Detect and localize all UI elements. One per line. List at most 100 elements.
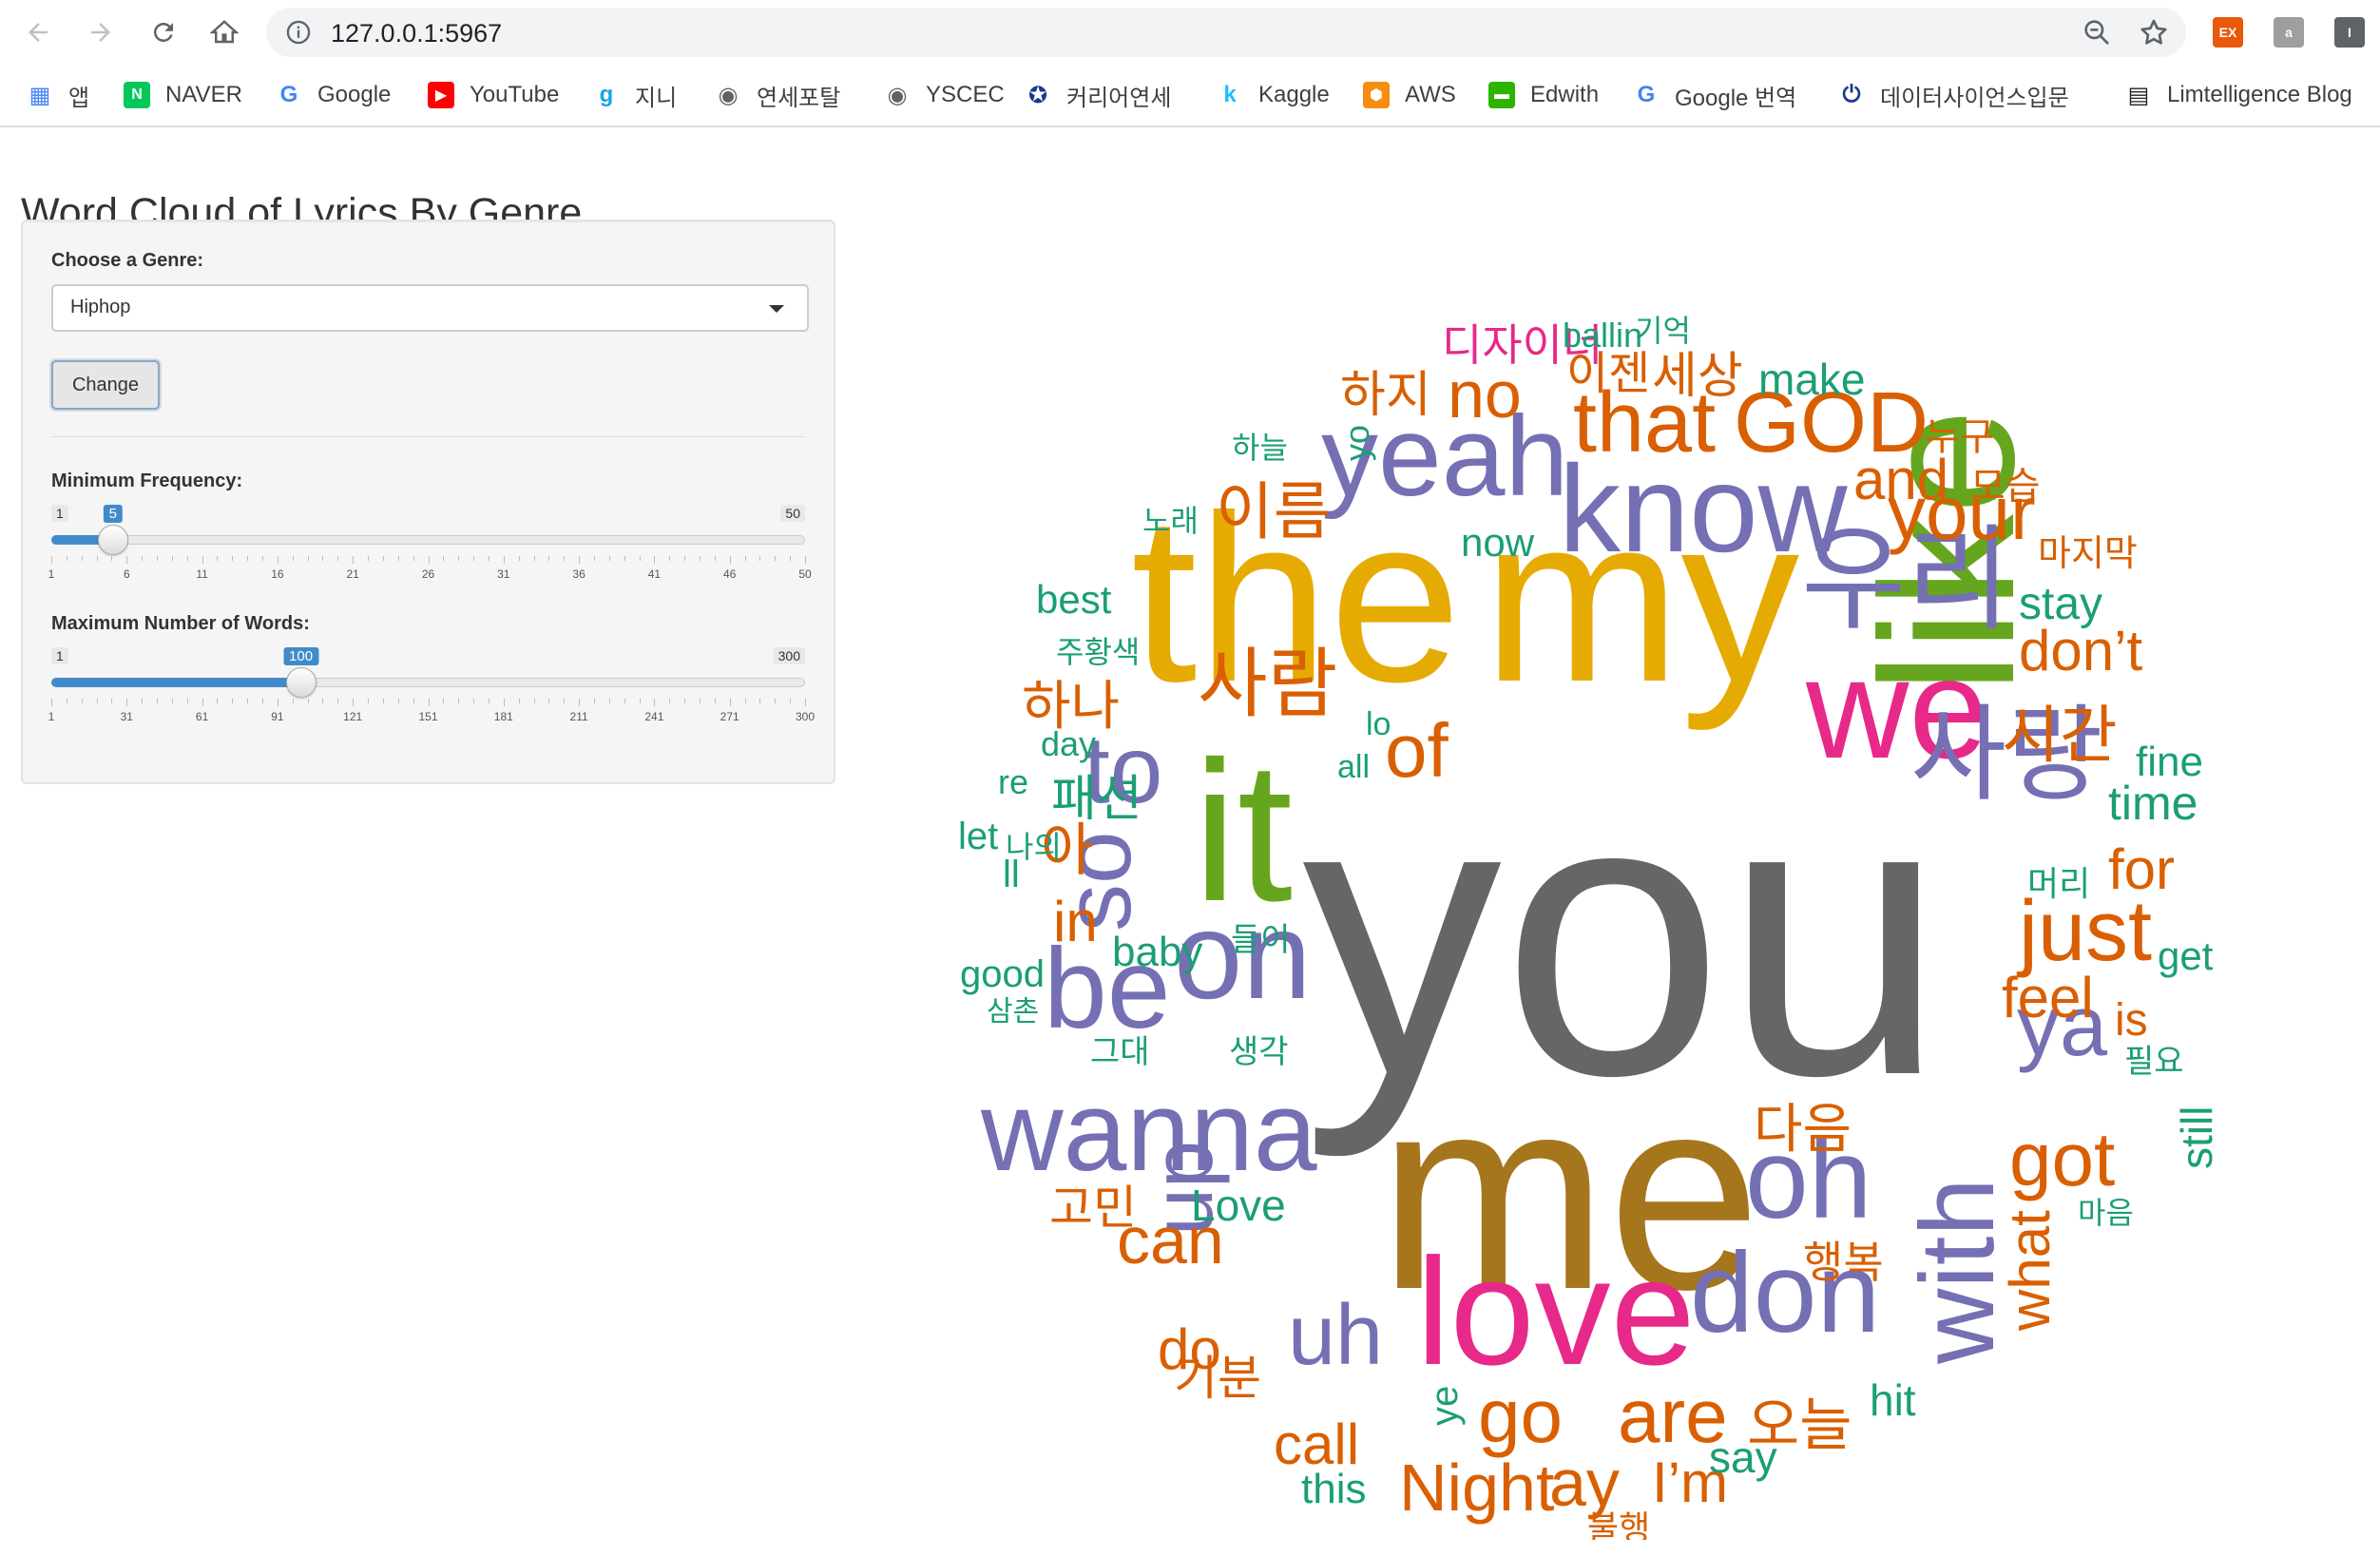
word-cloud-word: go bbox=[1478, 1374, 1563, 1458]
word-cloud-word: call bbox=[1274, 1412, 1360, 1476]
extension-translate-icon[interactable]: a bbox=[2274, 17, 2304, 48]
address-bar[interactable]: 127.0.0.1:5967 bbox=[266, 8, 2186, 57]
slider-tick bbox=[51, 699, 52, 706]
bookmark-item[interactable]: ◉ YSCEC bbox=[884, 78, 1005, 112]
bookmark-item[interactable]: ▦ 앱 bbox=[27, 78, 89, 112]
bookmark-item[interactable]: ▤ Limtelligence Blog bbox=[2125, 78, 2352, 112]
edwith-icon: ▬ bbox=[1488, 82, 1515, 108]
bookmark-item[interactable]: ▬ Edwith bbox=[1488, 78, 1599, 112]
slider-minor-tick bbox=[790, 699, 792, 703]
slider-minor-tick bbox=[714, 699, 716, 703]
bookmark-item[interactable]: g 지니 bbox=[593, 78, 678, 112]
bookmark-label: Limtelligence Blog bbox=[2167, 82, 2352, 107]
slider-minor-tick bbox=[217, 556, 219, 561]
bookmark-item[interactable]: ▶ YouTube bbox=[428, 78, 559, 112]
slider-tick bbox=[202, 699, 203, 706]
word-cloud-word: 고민 bbox=[1049, 1181, 1137, 1235]
slider-minor-tick bbox=[564, 699, 566, 703]
slider-handle[interactable] bbox=[97, 525, 128, 555]
slider-tick bbox=[202, 556, 203, 564]
slider-minor-tick bbox=[171, 556, 173, 561]
slider-minor-tick bbox=[699, 699, 701, 703]
slider-minor-tick bbox=[443, 556, 445, 561]
slider-minor-tick bbox=[186, 699, 188, 703]
bookmark-star-icon[interactable] bbox=[2139, 17, 2169, 48]
max-words-slider[interactable]: 1 300 100 1 31 61 91 121 151 181 211 241 271 300 bbox=[48, 647, 815, 742]
word-cloud-word: 이름 bbox=[1216, 476, 1332, 547]
slider-tick bbox=[579, 699, 581, 706]
slider-minor-tick bbox=[247, 556, 249, 561]
browser-toolbar: 127.0.0.1:5967 EX a I bbox=[0, 0, 2380, 65]
reload-button[interactable] bbox=[144, 13, 182, 51]
min-frequency-slider[interactable]: 1 50 5 1 6 11 16 21 26 31 36 41 46 50 bbox=[48, 505, 812, 600]
divider bbox=[51, 436, 805, 437]
change-button[interactable]: Change bbox=[51, 360, 160, 410]
word-cloud-word: uh bbox=[1288, 1288, 1384, 1383]
word-cloud-word: stay bbox=[2019, 579, 2103, 629]
home-icon bbox=[210, 20, 239, 44]
word-cloud-word: baby bbox=[1112, 929, 1203, 975]
bookmark-item[interactable]: G Google bbox=[276, 78, 392, 112]
bookmarks-bar: ▦ 앱 N NAVER G Google ▶ YouTube g 지니 ◉ 연세포탈 ◉ YSCEC ✪ 커리… bbox=[0, 65, 2380, 127]
bookmark-item[interactable]: G Google 번역 bbox=[1633, 78, 1797, 112]
slider-minor-tick bbox=[759, 556, 761, 561]
slider-max-label: 50 bbox=[780, 505, 805, 522]
slider-minor-tick bbox=[518, 556, 520, 561]
slider-minor-tick bbox=[111, 556, 113, 561]
bookmark-label: Google bbox=[317, 82, 392, 107]
slider-tick-label: 31 bbox=[120, 710, 133, 723]
bookmark-item[interactable]: k Kaggle bbox=[1217, 78, 1330, 112]
bookmark-item[interactable]: ⬢ AWS bbox=[1363, 78, 1456, 112]
slider-value-label: 5 bbox=[103, 505, 123, 523]
word-cloud-word: ye bbox=[1424, 1385, 1466, 1426]
slider-tick-label: 211 bbox=[569, 710, 588, 723]
forward-button[interactable] bbox=[82, 13, 120, 51]
slider-minor-tick bbox=[744, 556, 746, 561]
bookmark-label: 데이터사이언스입문 bbox=[1880, 85, 2069, 111]
slider-minor-tick bbox=[413, 699, 414, 703]
extension-i-icon[interactable]: I bbox=[2334, 17, 2365, 48]
slider-tick bbox=[805, 699, 806, 706]
slider-tick bbox=[503, 699, 505, 706]
word-cloud-word: don’t bbox=[2019, 619, 2143, 682]
word-cloud-word: 머리 bbox=[2027, 864, 2091, 903]
word-cloud-word: 사람 bbox=[1198, 642, 1338, 726]
arrow-right-icon bbox=[91, 23, 110, 42]
slider-minor-tick bbox=[171, 699, 173, 703]
bookmark-label: YouTube bbox=[470, 82, 560, 107]
bookmark-item[interactable]: ◉ 연세포탈 bbox=[715, 78, 841, 112]
zoom-icon[interactable] bbox=[2082, 17, 2112, 48]
slider-minor-tick bbox=[262, 556, 264, 561]
bookmark-item[interactable]: ⏻ 데이터사이언스입문 bbox=[1838, 78, 2069, 112]
slider-minor-tick bbox=[292, 556, 294, 561]
bookmark-item[interactable]: N NAVER bbox=[124, 78, 242, 112]
globe-icon: ◉ bbox=[718, 82, 739, 108]
word-cloud-word: 시간 bbox=[2002, 700, 2118, 770]
youtube-icon: ▶ bbox=[428, 82, 454, 108]
slider-minor-tick bbox=[382, 699, 384, 703]
word-cloud-word: this bbox=[1301, 1466, 1367, 1512]
slider-tick-label: 91 bbox=[271, 710, 284, 723]
home-button[interactable] bbox=[205, 13, 243, 51]
slider-minor-tick bbox=[608, 699, 610, 703]
slider-minor-tick bbox=[186, 556, 188, 561]
genre-select[interactable]: Hiphop bbox=[51, 284, 809, 332]
bookmark-label: 커리어연세 bbox=[1066, 85, 1172, 111]
bookmark-item[interactable]: ✪ 커리어연세 bbox=[1025, 78, 1171, 112]
word-cloud-word: 누구 bbox=[1925, 416, 1995, 458]
aws-icon: ⬢ bbox=[1363, 82, 1390, 108]
word-cloud-word: love bbox=[1416, 1226, 1696, 1396]
slider-tick bbox=[729, 699, 731, 706]
power-icon: ⏻ bbox=[1842, 82, 1861, 107]
back-button[interactable] bbox=[19, 13, 57, 51]
slider-minor-tick bbox=[111, 699, 113, 703]
extension-ex-icon[interactable]: EX bbox=[2213, 17, 2243, 48]
slider-tick-label: 41 bbox=[647, 567, 662, 581]
slider-handle[interactable] bbox=[285, 667, 317, 698]
slider-minor-tick bbox=[790, 556, 792, 561]
slider-tick-label: 26 bbox=[421, 567, 435, 581]
word-cloud-word: 그대 bbox=[1090, 1034, 1150, 1070]
genre-select-value: Hiphop bbox=[70, 297, 131, 317]
bookmark-label: Kaggle bbox=[1258, 82, 1330, 107]
info-icon[interactable] bbox=[285, 19, 312, 46]
